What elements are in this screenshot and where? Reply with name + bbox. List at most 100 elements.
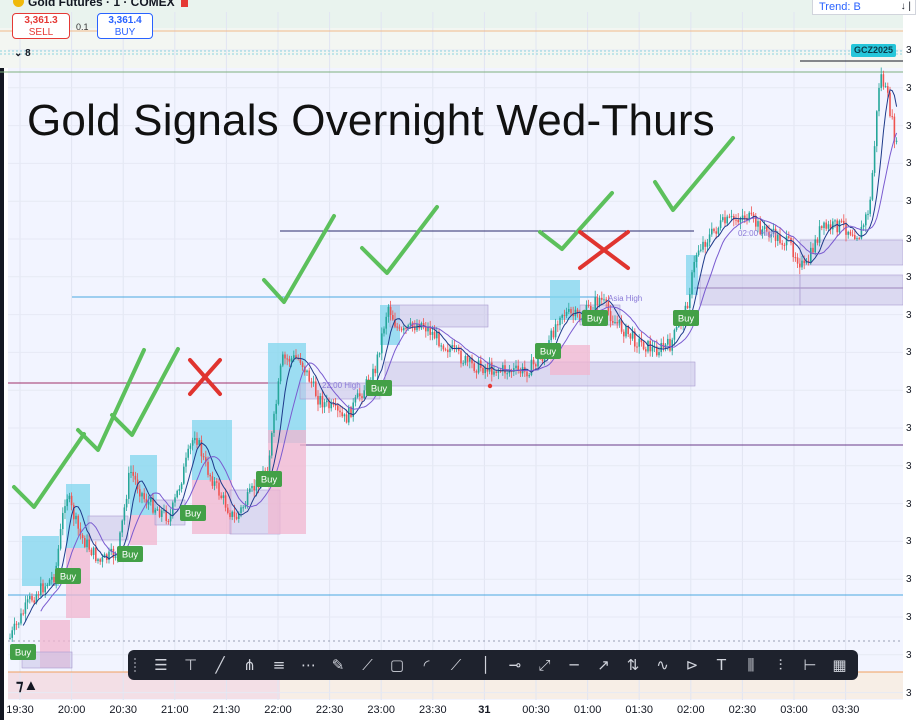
y-tick-label: 3 (906, 649, 912, 661)
candle-body (202, 456, 205, 458)
extended-line-icon[interactable]: ⤢ (532, 652, 558, 678)
path-icon[interactable]: ⟋ (355, 652, 381, 678)
candle-body (249, 488, 251, 493)
candle-body (310, 381, 313, 384)
horizontal-ray-icon[interactable]: ⊸ (502, 652, 528, 678)
x-tick-label: 02:00 (677, 704, 705, 716)
signal-zone (384, 361, 696, 387)
collapse-indicators-button[interactable]: ⌄ 8 (14, 48, 31, 59)
buy-label: BUY (114, 27, 136, 38)
arrow-icon[interactable]: ↗ (591, 652, 617, 678)
candle-body (515, 365, 517, 369)
candle-body (713, 228, 715, 232)
horizontal-line-icon[interactable]: ─ (561, 652, 587, 678)
candle-body (777, 234, 779, 242)
candle-body (840, 220, 843, 222)
candle-body (81, 534, 84, 539)
candle-body (33, 600, 35, 603)
signal-zone (799, 274, 904, 306)
candle-body (176, 490, 178, 498)
candle-body (675, 326, 678, 330)
candle-body (814, 239, 816, 253)
candle-body (44, 586, 46, 593)
ray-icon[interactable]: ⟋ (443, 652, 469, 678)
candle-body (865, 214, 867, 226)
y-tick-label: 3 (906, 385, 912, 397)
candle-body (528, 375, 530, 377)
candle-body (218, 482, 220, 496)
candle-body (301, 362, 304, 367)
candle-body (288, 358, 291, 362)
candle-body (854, 235, 856, 239)
candle-body (306, 370, 308, 373)
candle-body (730, 215, 733, 217)
pitchfork-icon[interactable]: ⋔ (237, 652, 263, 678)
projection-icon[interactable]: ⫶ (768, 652, 794, 678)
candle-body (11, 630, 13, 638)
y-tick-label: 3 (906, 271, 912, 283)
candle-body (326, 400, 328, 403)
candle-body (253, 485, 255, 491)
candle-body (689, 294, 691, 309)
candle-body (240, 507, 242, 514)
candle-body (227, 507, 229, 513)
candle-body (744, 215, 746, 218)
buy-button[interactable]: 3,361.4 BUY (97, 13, 153, 39)
y-tick-label: 3 (906, 120, 912, 132)
candle-body (99, 559, 101, 562)
drag-handle[interactable] (134, 658, 140, 672)
x-tick-label: 20:00 (57, 704, 86, 716)
candle-body (92, 547, 95, 556)
trend-indicator[interactable]: Trend: B ↓ | (812, 0, 916, 15)
candle-body (856, 238, 858, 240)
x-tick-label: 31 (478, 704, 491, 716)
candle-body (31, 596, 33, 601)
candle-body (550, 330, 552, 341)
sell-button[interactable]: 3,361.3 SELL (12, 13, 70, 39)
candle-body (282, 354, 284, 366)
vertical-line-icon[interactable]: │ (473, 652, 499, 678)
candle-body (636, 346, 638, 348)
grid-icon[interactable]: ▦ (827, 652, 853, 678)
candle-body (51, 576, 53, 580)
date-range-icon[interactable]: ⊢ (797, 652, 823, 678)
cross-line-icon[interactable]: ⊤ (178, 652, 204, 678)
candle-body (209, 474, 211, 477)
candle-body (273, 413, 275, 433)
xabcd-pattern-icon[interactable]: ⊳ (679, 652, 705, 678)
arc-icon[interactable]: ◜ (414, 652, 440, 678)
candle-body (843, 220, 845, 224)
candle-body (704, 241, 706, 247)
text-icon[interactable]: T (709, 652, 735, 678)
rectangle-icon[interactable]: ▢ (384, 652, 410, 678)
candle-body (114, 556, 117, 558)
candle-body (638, 338, 640, 347)
bars-pattern-icon[interactable]: ⫼ (738, 652, 764, 678)
candle-body (693, 261, 695, 273)
y-tick-label: 3 (906, 536, 912, 548)
elliott-wave-icon[interactable]: ∿ (650, 652, 676, 678)
horizontal-lines-icon[interactable]: ☰ (148, 652, 174, 678)
parallel-channel-icon[interactable]: ≡ (266, 652, 292, 678)
candle-body (724, 217, 726, 224)
candle-body (125, 498, 128, 508)
candle-body (895, 140, 898, 142)
chart-screenshot: { "header": { "title": "Gold Futures · 1… (0, 0, 916, 720)
indicator-count: 8 (25, 48, 31, 59)
flag-icon (180, 0, 188, 7)
candle-body (642, 342, 645, 350)
candle-body (268, 455, 271, 473)
candle-body (873, 146, 876, 173)
candle-body (735, 219, 737, 221)
buy-signal-label: Buy (678, 314, 695, 325)
candle-body (629, 334, 632, 339)
regression-channel-icon[interactable]: ⋯ (296, 652, 322, 678)
candle-body (24, 602, 27, 614)
candle-body (15, 623, 18, 625)
brush-icon[interactable]: ✎ (325, 652, 351, 678)
candle-body (356, 393, 359, 398)
candle-body (130, 471, 132, 473)
trend-line-icon[interactable]: ╱ (207, 652, 233, 678)
long-position-icon[interactable]: ⇅ (620, 652, 646, 678)
candle-body (286, 358, 288, 360)
